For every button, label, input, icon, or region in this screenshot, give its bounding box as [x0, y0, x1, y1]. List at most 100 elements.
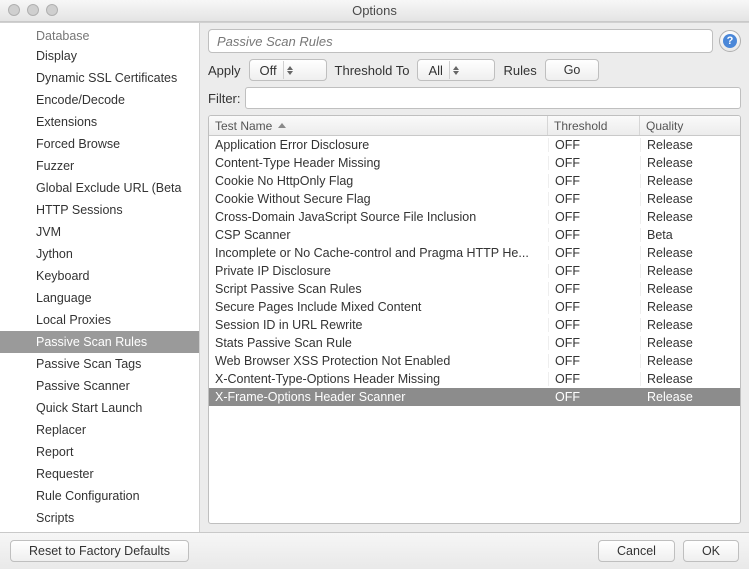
window-title: Options [0, 3, 749, 18]
sidebar-item-label: Global Exclude URL (Beta [36, 181, 181, 195]
cell-quality: Release [640, 354, 740, 368]
sidebar-item[interactable]: HTTP Sessions [0, 199, 199, 221]
table-row[interactable]: Cookie Without Secure FlagOFFRelease [209, 190, 740, 208]
help-button[interactable]: ? [719, 30, 741, 52]
sidebar-item[interactable]: Local Proxies [0, 309, 199, 331]
sidebar-item[interactable]: JVM [0, 221, 199, 243]
reset-defaults-button-label: Reset to Factory Defaults [29, 544, 170, 558]
table-row[interactable]: Cookie No HttpOnly FlagOFFRelease [209, 172, 740, 190]
sidebar-item[interactable]: Passive Scan Tags [0, 353, 199, 375]
cell-threshold: OFF [548, 228, 640, 242]
table-header: Test Name Threshold Quality [209, 116, 740, 136]
sidebar-item[interactable]: Display [0, 45, 199, 67]
minimize-icon[interactable] [27, 4, 39, 16]
table-row[interactable]: Secure Pages Include Mixed ContentOFFRel… [209, 298, 740, 316]
col-header-test-name-label: Test Name [215, 119, 272, 133]
sidebar-item[interactable]: Dynamic SSL Certificates [0, 67, 199, 89]
sidebar-item[interactable]: Scripts [0, 507, 199, 529]
apply-select[interactable]: Off [249, 59, 327, 81]
table-row[interactable]: CSP ScannerOFFBeta [209, 226, 740, 244]
ok-button[interactable]: OK [683, 540, 739, 562]
sidebar-item[interactable]: Fuzzer [0, 155, 199, 177]
col-header-test-name[interactable]: Test Name [209, 116, 548, 135]
sidebar-item[interactable]: Keyboard [0, 265, 199, 287]
sidebar-item-label: Requester [36, 467, 94, 481]
sidebar-item-label: Rule Configuration [36, 489, 140, 503]
sidebar-item-label: Extensions [36, 115, 97, 129]
sidebar-item[interactable]: Database [0, 29, 199, 45]
sidebar-item-label: Passive Scan Tags [36, 357, 141, 371]
cancel-button[interactable]: Cancel [598, 540, 675, 562]
sidebar-item[interactable]: Language [0, 287, 199, 309]
cell-quality: Release [640, 138, 740, 152]
cell-test-name: Script Passive Scan Rules [209, 282, 548, 296]
table-row[interactable]: Session ID in URL RewriteOFFRelease [209, 316, 740, 334]
titlebar: Options [0, 0, 749, 22]
cell-threshold: OFF [548, 174, 640, 188]
table-row[interactable]: Stats Passive Scan RuleOFFRelease [209, 334, 740, 352]
sidebar-item[interactable]: Encode/Decode [0, 89, 199, 111]
col-header-threshold-label: Threshold [554, 119, 607, 133]
cancel-button-label: Cancel [617, 544, 656, 558]
col-header-quality[interactable]: Quality [640, 116, 740, 135]
sidebar-item-label: JVM [36, 225, 61, 239]
table-row[interactable]: X-Frame-Options Header ScannerOFFRelease [209, 388, 740, 406]
rules-table: Test Name Threshold Quality Application … [208, 115, 741, 524]
table-row[interactable]: Incomplete or No Cache-control and Pragm… [209, 244, 740, 262]
sidebar-item-label: Replacer [36, 423, 86, 437]
col-header-quality-label: Quality [646, 119, 683, 133]
chevron-updown-icon [449, 61, 463, 79]
zoom-icon[interactable] [46, 4, 58, 16]
cell-test-name: Web Browser XSS Protection Not Enabled [209, 354, 548, 368]
sidebar-item[interactable]: Rule Configuration [0, 485, 199, 507]
table-row[interactable]: Content-Type Header MissingOFFRelease [209, 154, 740, 172]
filter-label: Filter: [208, 91, 241, 106]
table-row[interactable]: Application Error DisclosureOFFRelease [209, 136, 740, 154]
table-row[interactable]: Web Browser XSS Protection Not EnabledOF… [209, 352, 740, 370]
reset-defaults-button[interactable]: Reset to Factory Defaults [10, 540, 189, 562]
sidebar-item[interactable]: Replacer [0, 419, 199, 441]
cell-test-name: Application Error Disclosure [209, 138, 548, 152]
sidebar-item[interactable]: Quick Start Launch [0, 397, 199, 419]
col-header-threshold[interactable]: Threshold [548, 116, 640, 135]
cell-quality: Release [640, 300, 740, 314]
sidebar-item[interactable]: Forced Browse [0, 133, 199, 155]
sidebar-item-label: Dynamic SSL Certificates [36, 71, 177, 85]
table-row[interactable]: Script Passive Scan RulesOFFRelease [209, 280, 740, 298]
table-row[interactable]: Private IP DisclosureOFFRelease [209, 262, 740, 280]
sidebar-item[interactable]: Global Exclude URL (Beta [0, 177, 199, 199]
cell-test-name: Cookie No HttpOnly Flag [209, 174, 548, 188]
table-row[interactable]: Cross-Domain JavaScript Source File Incl… [209, 208, 740, 226]
cell-test-name: Incomplete or No Cache-control and Pragm… [209, 246, 548, 260]
sidebar-item[interactable]: Passive Scan Rules [0, 331, 199, 353]
cell-threshold: OFF [548, 138, 640, 152]
sidebar-item[interactable]: Report [0, 441, 199, 463]
close-icon[interactable] [8, 4, 20, 16]
sidebar-item[interactable]: Passive Scanner [0, 375, 199, 397]
cell-threshold: OFF [548, 372, 640, 386]
cell-test-name: Content-Type Header Missing [209, 156, 548, 170]
cell-quality: Beta [640, 228, 740, 242]
cell-quality: Release [640, 156, 740, 170]
filter-input[interactable] [245, 87, 742, 109]
window-traffic-lights [8, 4, 58, 16]
sidebar-item[interactable]: Jython [0, 243, 199, 265]
sidebar-item[interactable]: Extensions [0, 111, 199, 133]
cell-test-name: X-Content-Type-Options Header Missing [209, 372, 548, 386]
sidebar-item-label: Report [36, 445, 74, 459]
sidebar-item[interactable]: Requester [0, 463, 199, 485]
sidebar-item-label: Passive Scan Rules [36, 335, 147, 349]
table-row[interactable]: X-Content-Type-Options Header MissingOFF… [209, 370, 740, 388]
cell-quality: Release [640, 318, 740, 332]
dialog-footer: Reset to Factory Defaults Cancel OK [0, 532, 749, 569]
cell-test-name: Stats Passive Scan Rule [209, 336, 548, 350]
cell-test-name: Cross-Domain JavaScript Source File Incl… [209, 210, 548, 224]
panel-heading-input[interactable] [208, 29, 713, 53]
go-button-label: Go [564, 63, 581, 77]
options-sidebar: DatabaseDisplay Dynamic SSL Certificates E… [0, 23, 200, 532]
go-button[interactable]: Go [545, 59, 600, 81]
threshold-to-label: Threshold To [335, 63, 410, 78]
sidebar-item-label: Language [36, 291, 92, 305]
threshold-select[interactable]: All [417, 59, 495, 81]
cell-test-name: CSP Scanner [209, 228, 548, 242]
